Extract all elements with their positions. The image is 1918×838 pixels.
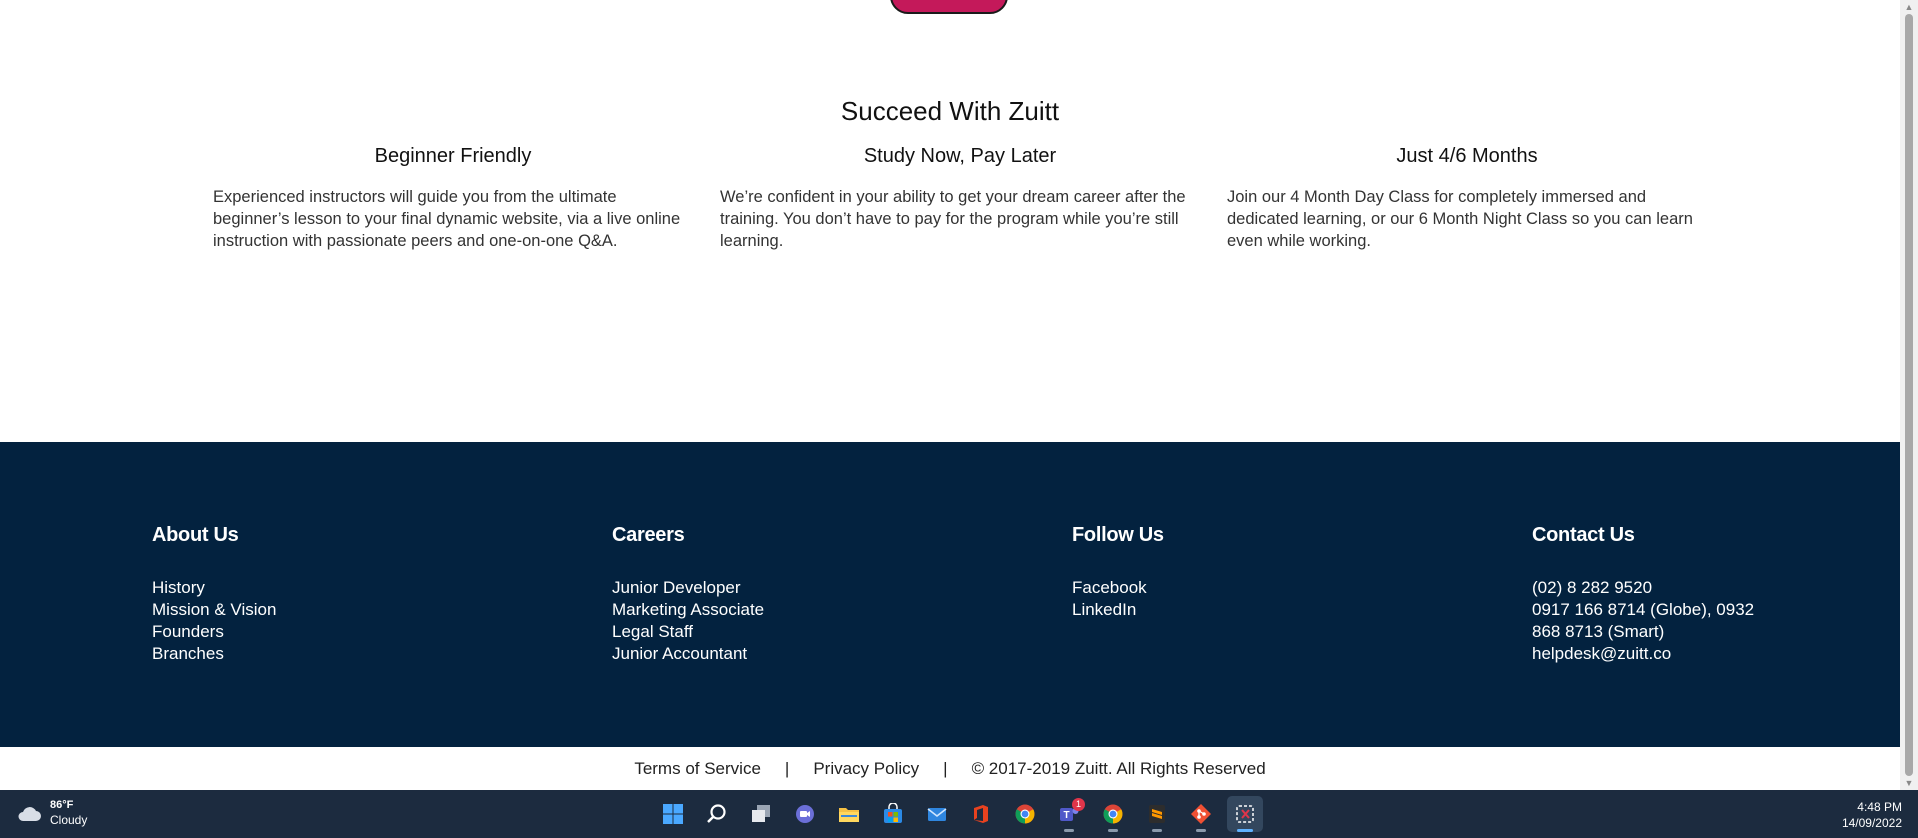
footer-heading: Follow Us: [1072, 524, 1164, 546]
clock-date: 14/09/2022: [1841, 816, 1902, 830]
feature-title: Study Now, Pay Later: [863, 145, 1057, 167]
footer-heading: Careers: [612, 524, 685, 546]
footer-link-branches[interactable]: Branches: [152, 643, 412, 665]
legal-bar: Terms of Service | Privacy Policy | © 20…: [0, 747, 1900, 790]
browser-viewport: Succeed With Zuitt Beginner Friendly Exp…: [0, 0, 1900, 790]
footer-link-junior-developer[interactable]: Junior Developer: [612, 577, 872, 599]
feature-card: Just 4/6 Months Join our 4 Month Day Cla…: [1227, 145, 1707, 252]
chat-icon[interactable]: [787, 796, 823, 832]
contact-email[interactable]: helpdesk@zuitt.co: [1532, 643, 1772, 665]
mail-icon[interactable]: [919, 796, 955, 832]
footer-link-founders[interactable]: Founders: [152, 621, 412, 643]
chrome-icon[interactable]: [1007, 796, 1043, 832]
feature-text: Experienced instructors will guide you f…: [213, 188, 681, 250]
footer-link-legal-staff[interactable]: Legal Staff: [612, 621, 872, 643]
feature-card: Beginner Friendly Experienced instructor…: [213, 145, 693, 252]
system-clock[interactable]: 4:48 PM 14/09/2022: [1842, 799, 1902, 831]
windows-start-icon[interactable]: [655, 796, 691, 832]
footer-column-about: About Us History Mission & Vision Founde…: [152, 524, 412, 665]
teams-icon[interactable]: T 1: [1051, 796, 1087, 832]
separator: |: [943, 758, 948, 778]
chrome-icon[interactable]: [1095, 796, 1131, 832]
task-view-icon[interactable]: [743, 796, 779, 832]
footer-link-facebook[interactable]: Facebook: [1072, 577, 1332, 599]
weather-condition: Cloudy: [50, 813, 88, 827]
notification-badge: 1: [1072, 798, 1085, 811]
sublime-text-icon[interactable]: [1139, 796, 1175, 832]
footer-link-junior-accountant[interactable]: Junior Accountant: [612, 643, 872, 665]
footer-column-contact: Contact Us (02) 8 282 9520 0917 166 8714…: [1532, 524, 1772, 665]
scroll-up-icon[interactable]: ▲: [1904, 2, 1914, 12]
file-explorer-icon[interactable]: [831, 796, 867, 832]
section-title: Succeed With Zuitt: [840, 96, 1060, 126]
cta-button[interactable]: [890, 0, 1008, 14]
footer-link-linkedin[interactable]: LinkedIn: [1072, 599, 1332, 621]
footer-column-careers: Careers Junior Developer Marketing Assoc…: [612, 524, 872, 665]
footer-heading: About Us: [152, 524, 239, 546]
site-footer: About Us History Mission & Vision Founde…: [0, 442, 1900, 747]
feature-card: Study Now, Pay Later We’re confident in …: [720, 145, 1200, 252]
footer-link-marketing-associate[interactable]: Marketing Associate: [612, 599, 872, 621]
footer-link-mission[interactable]: Mission & Vision: [152, 599, 412, 621]
taskbar-apps: T 1: [655, 796, 1263, 832]
weather-temp: 86°F: [50, 799, 74, 811]
feature-title: Beginner Friendly: [374, 145, 532, 167]
copyright-text: © 2017-2019 Zuitt. All Rights Reserved: [971, 758, 1266, 778]
microsoft-store-icon[interactable]: [875, 796, 911, 832]
contact-mobile: 0917 166 8714 (Globe), 0932 868 8713 (Sm…: [1532, 600, 1755, 641]
clock-time: 4:48 PM: [1857, 800, 1902, 814]
contact-phone: (02) 8 282 9520: [1532, 578, 1653, 597]
feature-title: Just 4/6 Months: [1396, 145, 1538, 167]
svg-text:T: T: [1063, 810, 1069, 821]
feature-text: Join our 4 Month Day Class for completel…: [1227, 188, 1693, 250]
footer-column-follow: Follow Us Facebook LinkedIn: [1072, 524, 1332, 621]
snipping-tool-icon[interactable]: [1227, 796, 1263, 832]
separator: |: [784, 758, 790, 778]
vertical-scrollbar[interactable]: ▲ ▼: [1900, 0, 1918, 790]
office-icon[interactable]: [963, 796, 999, 832]
terms-link[interactable]: Terms of Service: [634, 759, 761, 779]
search-icon[interactable]: [699, 796, 735, 832]
privacy-link[interactable]: Privacy Policy: [813, 759, 919, 779]
feature-text: We’re confident in your ability to get y…: [720, 188, 1186, 250]
scroll-down-icon[interactable]: ▼: [1904, 778, 1914, 788]
taskbar: 86°F Cloudy T 1 4:48 PM 14/09/2022: [0, 790, 1918, 838]
scroll-thumb[interactable]: [1905, 14, 1913, 776]
git-icon[interactable]: [1183, 796, 1219, 832]
footer-link-history[interactable]: History: [152, 577, 412, 599]
weather-widget[interactable]: 86°F Cloudy: [16, 798, 87, 828]
cloud-icon: [18, 807, 41, 821]
footer-heading: Contact Us: [1532, 524, 1635, 546]
